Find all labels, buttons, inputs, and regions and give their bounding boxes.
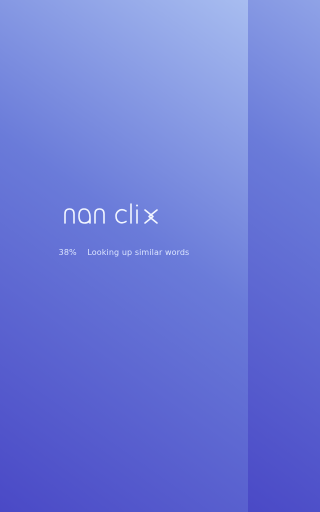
loading-message: Looking up similar words bbox=[87, 248, 190, 257]
loading-percent: 38% bbox=[58, 248, 77, 257]
app-logo bbox=[0, 198, 248, 232]
nan-clix-logo-icon bbox=[64, 203, 158, 224]
loading-status: 38% Looking up similar words bbox=[0, 248, 248, 257]
splash-screen: 38% Looking up similar words bbox=[0, 0, 248, 512]
